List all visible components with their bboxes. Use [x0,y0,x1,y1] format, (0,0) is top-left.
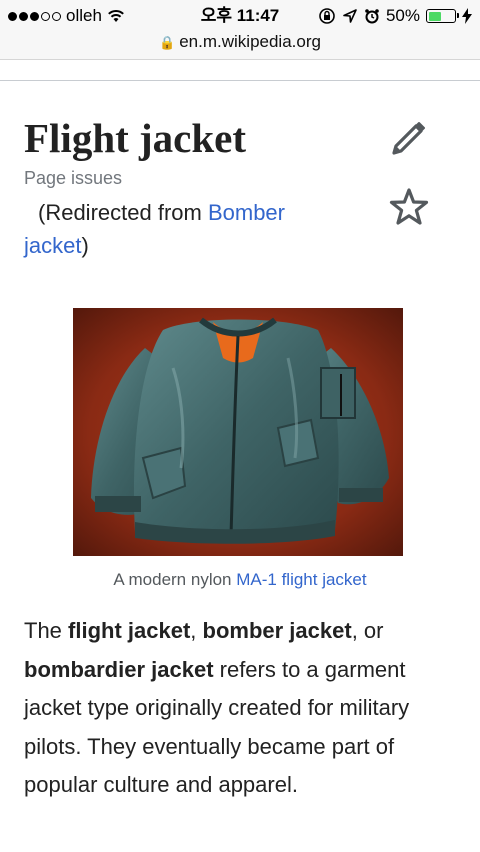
caption-text: A modern nylon [113,570,237,589]
lead-paragraph: The flight jacket, bomber jacket, or bom… [24,612,460,805]
image-caption: A modern nylon MA-1 flight jacket [0,570,480,590]
battery-percent: 50% [385,6,420,25]
alarm-icon [365,9,379,24]
redirect-notice: (Redirected from Bomber jacket) [24,196,344,262]
url-bar[interactable]: 🔒 en.m.wikipedia.org [0,30,480,54]
redirect-prefix: (Redirected from [38,200,208,225]
header-divider [0,80,480,81]
status-icons: 50% [318,4,472,28]
pencil-icon[interactable] [390,118,428,156]
page-issues-link[interactable]: Page issues [24,168,122,189]
caption-link[interactable]: MA-1 flight jacket [236,570,366,589]
para-text: , [190,618,203,643]
star-icon[interactable] [389,187,429,227]
location-icon [343,9,357,23]
lock-icon: 🔒 [159,35,176,50]
page-title: Flight jacket [24,115,247,161]
url-domain: en.m.wikipedia.org [179,32,321,51]
charging-bolt-icon [462,8,472,24]
redirect-suffix: ) [81,233,89,258]
battery-icon [426,9,459,23]
orientation-lock-icon [319,8,335,24]
status-bar: olleh 오후 11:47 50% 🔒 en.m.wikipedia.org [0,0,480,60]
para-bold-term: bombardier jacket [24,656,214,682]
para-bold-term: flight jacket [68,618,191,643]
para-text: The [24,618,69,643]
article-image[interactable] [73,308,403,556]
flight-jacket-photo [73,308,403,556]
para-text: , or [351,618,384,643]
para-bold-term: bomber jacket [202,618,352,643]
